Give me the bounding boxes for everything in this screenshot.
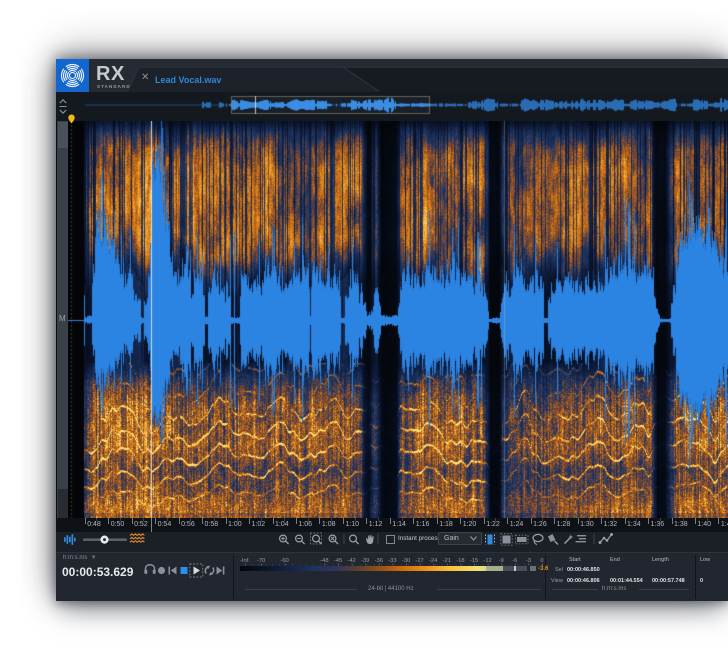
svg-text:-6: -6 — [512, 558, 517, 564]
svg-text:-60: -60 — [280, 558, 288, 564]
svg-text:-33: -33 — [388, 558, 396, 564]
svg-text:-45: -45 — [334, 558, 342, 564]
svg-text:-Inf.: -Inf. — [240, 558, 250, 564]
svg-text:-42: -42 — [347, 558, 355, 564]
svg-text:-21: -21 — [443, 558, 451, 564]
svg-text:-30: -30 — [402, 558, 410, 564]
svg-text:-24: -24 — [429, 558, 438, 564]
svg-text:-70: -70 — [257, 558, 265, 564]
svg-text:0: 0 — [540, 558, 543, 564]
svg-text:-48: -48 — [320, 558, 328, 564]
svg-text:-36: -36 — [375, 558, 383, 564]
svg-text:-12: -12 — [483, 558, 491, 564]
svg-text:-9: -9 — [499, 558, 504, 564]
svg-text:-15: -15 — [470, 558, 478, 564]
svg-text:-18: -18 — [456, 558, 464, 564]
svg-text:-3: -3 — [526, 558, 531, 564]
svg-text:-27: -27 — [415, 558, 423, 564]
svg-text:-39: -39 — [361, 558, 369, 564]
